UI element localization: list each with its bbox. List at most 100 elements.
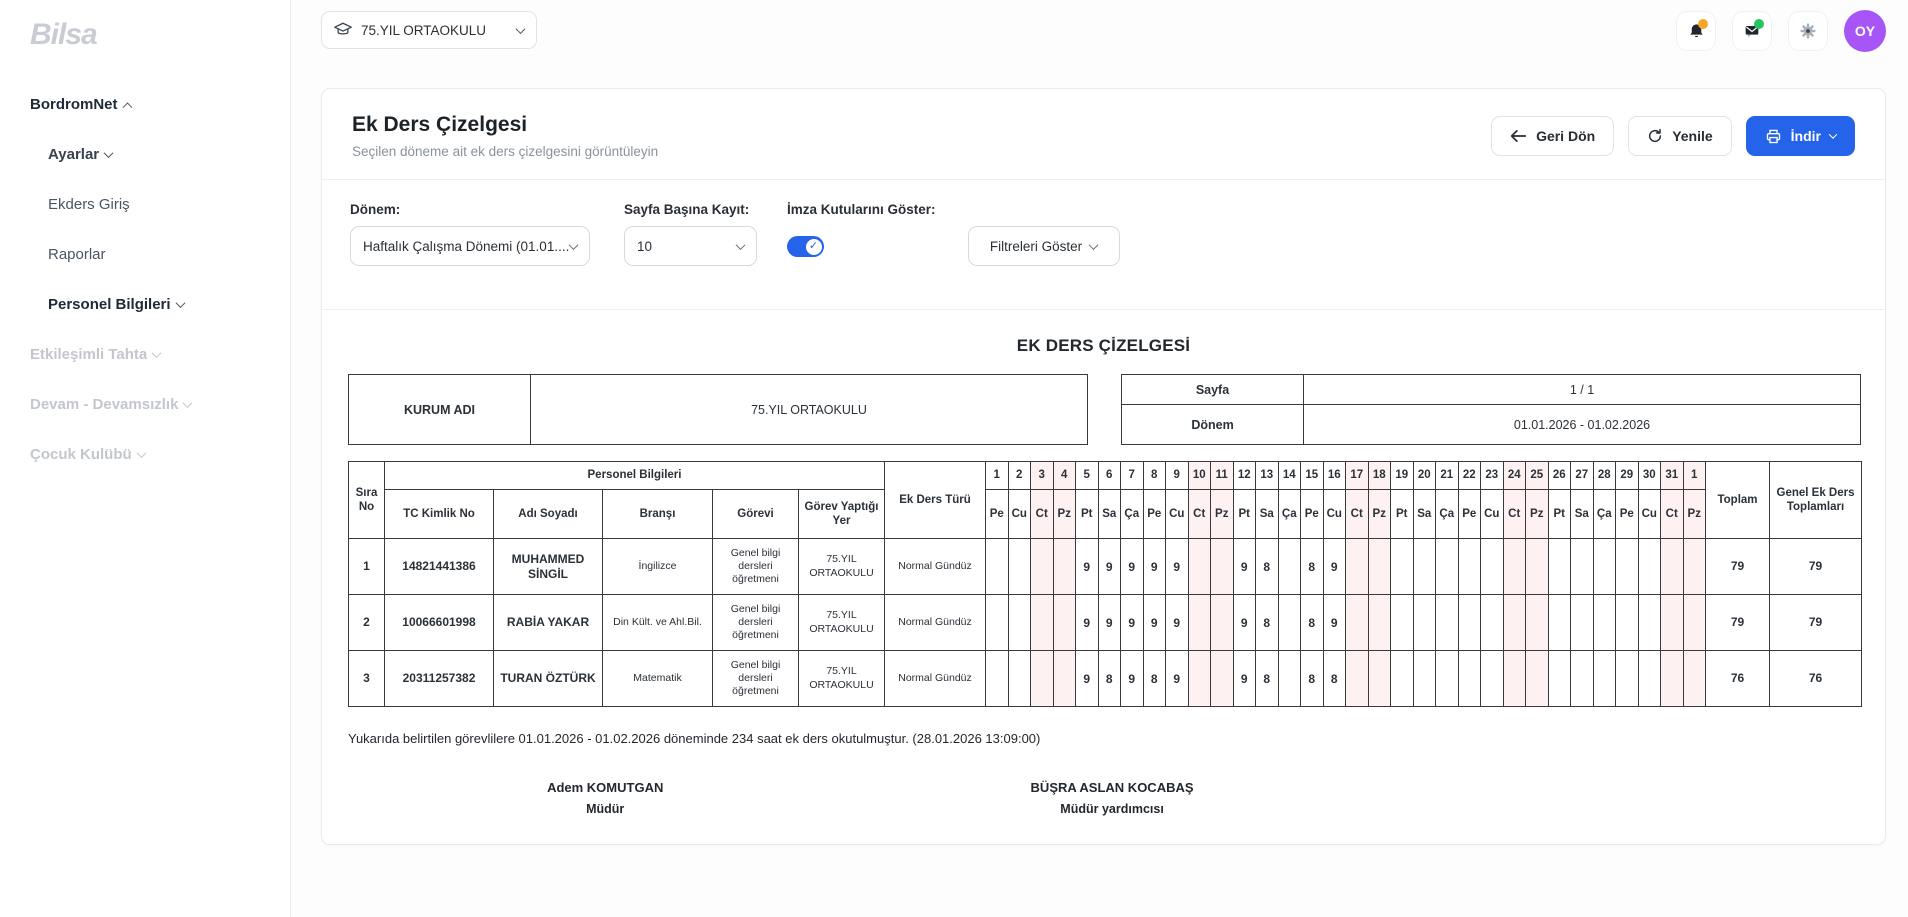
sidebar-item-label: Raporlar — [48, 246, 106, 263]
cell-adi-soyadi: TURAN ÖZTÜRK — [494, 651, 603, 707]
cell-ek-ders-turu: Normal Gündüz — [885, 539, 986, 595]
day-number-header: 18 — [1368, 462, 1391, 490]
header-personel-bilgileri: Personel Bilgileri — [385, 462, 885, 490]
per-page-label: Sayfa Başına Kayıt: — [624, 202, 757, 217]
content-card: Ek Ders Çizelgesi Seçilen döneme ait ek … — [321, 88, 1886, 845]
imza-toggle[interactable]: ✓ — [787, 236, 824, 257]
day-abbr-header: Pt — [1548, 490, 1571, 539]
day-value-cell — [1661, 539, 1684, 595]
day-abbr-header: Pt — [1233, 490, 1256, 539]
download-button[interactable]: İndir — [1746, 116, 1855, 156]
day-value-cell — [1278, 539, 1301, 595]
day-abbr-header: Pe — [1143, 490, 1166, 539]
day-number-header: 13 — [1256, 462, 1279, 490]
day-abbr-header: Ça — [1593, 490, 1616, 539]
chevron-down-icon — [516, 24, 526, 34]
sidebar-item-cocuk-kulubu[interactable]: Çocuk Kulübü — [30, 446, 290, 463]
donem-select[interactable]: Haftalık Çalışma Dönemi (01.01.... — [350, 226, 590, 266]
settings-button[interactable] — [1788, 11, 1828, 51]
day-abbr-header: Sa — [1571, 490, 1594, 539]
cell-sira-no: 3 — [349, 651, 385, 707]
user-avatar[interactable]: OY — [1844, 10, 1886, 52]
day-value-cell — [1346, 651, 1369, 707]
page-title: Ek Ders Çizelgesi — [352, 113, 658, 137]
header-sira-no: Sıra No — [349, 462, 385, 539]
day-number-header: 5 — [1076, 462, 1099, 490]
sidebar-item-bordromnet[interactable]: BordromNet — [30, 96, 290, 113]
day-value-cell: 9 — [1323, 595, 1346, 651]
sidebar-item-devam-devamsizlik[interactable]: Devam - Devamsızlık — [30, 396, 290, 413]
day-number-header: 21 — [1436, 462, 1459, 490]
sidebar-item-ayarlar[interactable]: Ayarlar — [48, 146, 290, 163]
cell-bransi: Matematik — [603, 651, 713, 707]
day-number-header: 4 — [1053, 462, 1076, 490]
day-value-cell: 9 — [1076, 595, 1099, 651]
day-value-cell: 9 — [1323, 539, 1346, 595]
day-value-cell — [1548, 595, 1571, 651]
notifications-button[interactable] — [1676, 11, 1716, 51]
day-value-cell — [1571, 651, 1594, 707]
per-page-select[interactable]: 10 — [624, 226, 757, 266]
day-abbr-header: Sa — [1098, 490, 1121, 539]
back-button[interactable]: Geri Dön — [1491, 116, 1614, 156]
day-abbr-header: Ct — [1661, 490, 1684, 539]
day-value-cell — [1548, 651, 1571, 707]
day-value-cell — [1278, 651, 1301, 707]
day-number-header: 17 — [1346, 462, 1369, 490]
day-value-cell: 9 — [1121, 539, 1144, 595]
chevron-down-icon — [569, 240, 579, 250]
day-value-cell — [1481, 651, 1504, 707]
signature-mudur: Adem KOMUTGAN Müdür — [348, 780, 862, 816]
day-number-header: 20 — [1413, 462, 1436, 490]
day-value-cell: 8 — [1301, 651, 1324, 707]
day-value-cell — [1188, 539, 1211, 595]
day-value-cell — [1526, 595, 1549, 651]
cell-gorev-yeri: 75.YIL ORTAOKULU — [799, 539, 885, 595]
filters-toggle-button[interactable]: Filtreleri Göster — [968, 226, 1120, 266]
gear-icon — [1798, 21, 1818, 41]
messages-button[interactable] — [1732, 11, 1772, 51]
sidebar-item-label: Etkileşimli Tahta — [30, 346, 147, 363]
day-abbr-header: Ça — [1278, 490, 1301, 539]
day-value-cell — [1211, 651, 1234, 707]
day-value-cell — [1638, 595, 1661, 651]
day-value-cell — [1053, 539, 1076, 595]
day-number-header: 12 — [1233, 462, 1256, 490]
day-value-cell — [1548, 539, 1571, 595]
day-value-cell: 9 — [1233, 651, 1256, 707]
sidebar-menu: BordromNet Ayarlar Ekders Giriş Raporlar Per… — [30, 96, 290, 463]
cell-toplam: 79 — [1706, 539, 1770, 595]
day-value-cell: 8 — [1301, 595, 1324, 651]
day-abbr-header: Cu — [1323, 490, 1346, 539]
day-number-header: 26 — [1548, 462, 1571, 490]
signature-name: Adem KOMUTGAN — [348, 780, 862, 795]
school-selector-dropdown[interactable]: 75.YIL ORTAOKULU — [321, 11, 537, 49]
refresh-button[interactable]: Yenile — [1628, 116, 1731, 156]
app-logo: Bilsa — [30, 18, 290, 52]
day-value-cell — [1661, 651, 1684, 707]
sidebar-item-etkilesimli-tahta[interactable]: Etkileşimli Tahta — [30, 346, 290, 363]
cell-sira-no: 1 — [349, 539, 385, 595]
day-abbr-header: Pz — [1526, 490, 1549, 539]
day-value-cell: 9 — [1121, 651, 1144, 707]
day-value-cell — [1458, 539, 1481, 595]
cell-genel-toplam: 76 — [1770, 651, 1862, 707]
sidebar-item-ekders-giris[interactable]: Ekders Giriş — [48, 196, 290, 213]
day-value-cell — [1391, 651, 1414, 707]
kurum-value: 75.YIL ORTAOKULU — [531, 375, 1088, 445]
day-number-header: 28 — [1593, 462, 1616, 490]
day-number-header: 19 — [1391, 462, 1414, 490]
day-value-cell — [1031, 595, 1054, 651]
check-icon: ✓ — [806, 239, 822, 255]
imza-label: İmza Kutularını Göster: — [787, 202, 936, 217]
day-abbr-header: Pz — [1368, 490, 1391, 539]
day-value-cell — [1368, 651, 1391, 707]
sidebar-item-raporlar[interactable]: Raporlar — [48, 246, 290, 263]
day-abbr-header: Pz — [1211, 490, 1234, 539]
sidebar-item-label: Ayarlar — [48, 146, 99, 163]
day-value-cell — [1008, 539, 1031, 595]
day-value-cell: 9 — [1076, 539, 1099, 595]
table-row: 114821441386MUHAMMED SİNGİLİngilizceGene… — [349, 539, 1862, 595]
sidebar-item-personel-bilgileri[interactable]: Personel Bilgileri — [48, 296, 290, 313]
day-value-cell — [1436, 651, 1459, 707]
